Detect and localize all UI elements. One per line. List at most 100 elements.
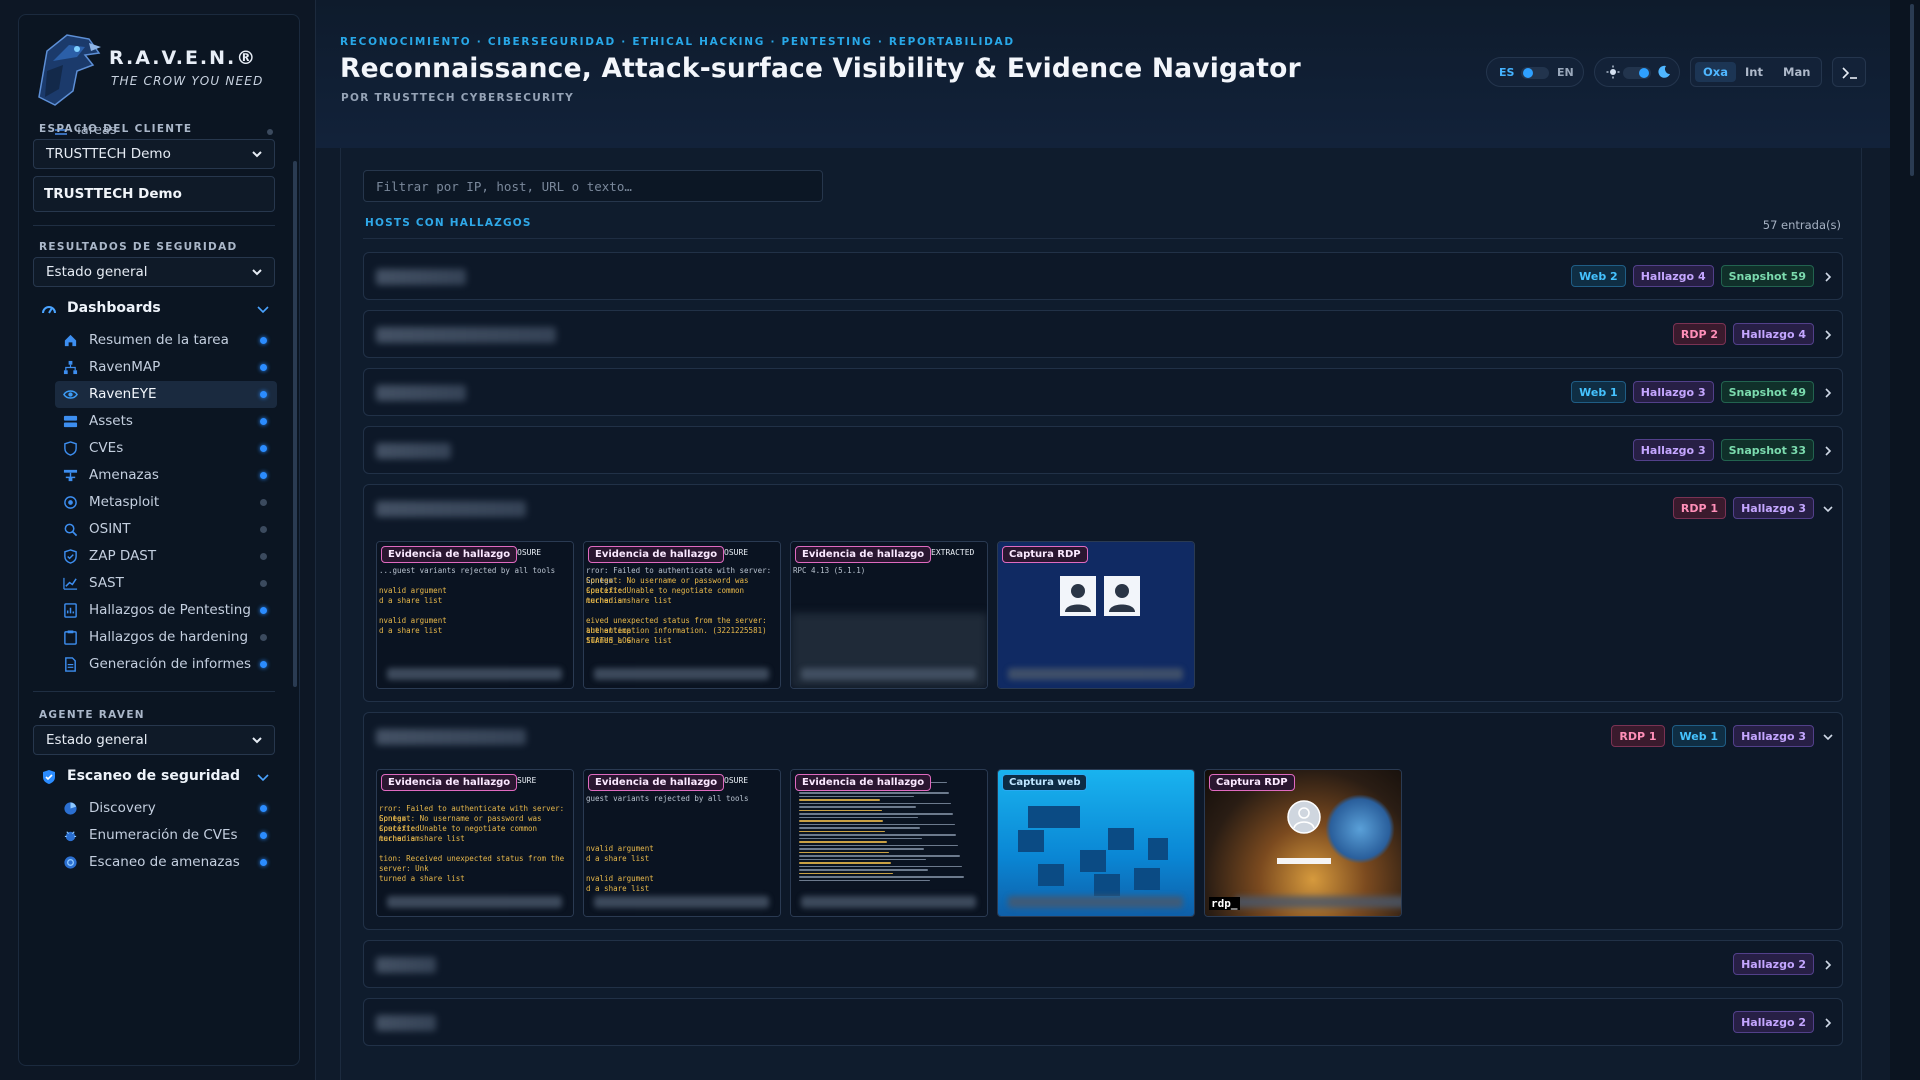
sidebar-item-escaneo-de-amenazas[interactable]: Escaneo de amenazas [55, 849, 277, 876]
host-name-redacted [376, 269, 466, 285]
evidence-thumbnail[interactable]: OSURE guest variants rejected by all tool… [583, 769, 781, 917]
sidebar-item-zap-dast[interactable]: ZAP DAST [55, 543, 277, 570]
host-row[interactable]: Hallazgo 2 [363, 998, 1843, 1046]
theme-toggle[interactable] [1594, 57, 1680, 87]
brand-tagline: THE CROW YOU NEED [111, 74, 264, 88]
snap-badge[interactable]: Snapshot 59 [1720, 265, 1814, 287]
sidebar-item-generaci-n-de-informes[interactable]: Generación de informes [55, 651, 277, 678]
chevron-down-icon[interactable] [1822, 731, 1834, 743]
host-row[interactable]: Web 2 Hallazgo 4 Snapshot 59 [363, 252, 1843, 300]
chevron-right-icon[interactable] [1822, 445, 1834, 457]
status-dot [260, 832, 267, 839]
chevron-down-icon[interactable] [1822, 503, 1834, 515]
divider [33, 691, 275, 692]
chevron-right-icon[interactable] [1822, 959, 1834, 971]
host-row[interactable]: Web 1 Hallazgo 3 Snapshot 49 [363, 368, 1843, 416]
sidebar-item-raveneye[interactable]: RavenEYE [55, 381, 277, 408]
rdp-badge[interactable]: RDP 1 [1672, 497, 1727, 519]
evidence-thumbnail[interactable]: Captura RDP [997, 541, 1195, 689]
rdp-badge[interactable]: RDP 1 [1611, 725, 1665, 747]
sidebar-item-assets[interactable]: Assets [55, 408, 277, 435]
sidebar-item-ravenmap[interactable]: RavenMAP [55, 354, 277, 381]
host-row[interactable]: RDP 2 Hallazgo 4 [363, 310, 1843, 358]
terminal-button[interactable] [1832, 57, 1866, 87]
client-name-field[interactable]: TRUSTTECH Demo [33, 176, 275, 212]
theme-switch[interactable] [1623, 67, 1651, 79]
hall-badge[interactable]: Hallazgo 3 [1733, 725, 1814, 747]
chevron-right-icon[interactable] [1822, 271, 1834, 283]
evidence-thumbnail[interactable]: EXTRACTED RPC 4.13 (5.1.1) Evidencia de ha… [790, 541, 988, 689]
client-select[interactable]: TRUSTTECH Demo [33, 139, 275, 169]
terminal-line [799, 855, 961, 857]
hall-badge[interactable]: Hallazgo 4 [1632, 265, 1714, 287]
chevron-down-icon [257, 306, 269, 314]
web-badge[interactable]: Web 1 [1671, 725, 1727, 747]
rdp-badge[interactable]: RDP 2 [1672, 323, 1727, 345]
host-badges: Hallazgo 2 [1733, 1011, 1814, 1033]
security-results-select[interactable]: Estado general [33, 257, 275, 287]
language-toggle[interactable]: ES EN [1486, 57, 1584, 87]
sidebar-item-discovery[interactable]: Discovery [55, 795, 277, 822]
agent-select[interactable]: Estado general [33, 725, 275, 755]
host-badges: Web 2 Hallazgo 4 Snapshot 59 [1571, 265, 1814, 287]
sidebar-item-amenazas[interactable]: Amenazas [55, 462, 277, 489]
sidebar-item-metasploit[interactable]: Metasploit [55, 489, 277, 516]
network-icon [63, 469, 78, 482]
evidence-caption-redacted [387, 668, 562, 680]
sidebar-item-hallazgos-de-hardening[interactable]: Hallazgos de hardening [55, 624, 277, 651]
page-scrollbar[interactable] [1910, 4, 1914, 176]
sidebar-scrollbar[interactable] [293, 161, 297, 687]
bug-icon [64, 831, 77, 842]
dashboards-group-header[interactable]: Dashboards [33, 295, 283, 323]
mode-man-button[interactable]: Man [1775, 62, 1818, 82]
host-row[interactable]: Hallazgo 2 [363, 940, 1843, 988]
security-results-select-value: Estado general [46, 264, 148, 280]
hall-badge[interactable]: Hallazgo 2 [1733, 953, 1814, 975]
host-row[interactable]: RDP 1 Hallazgo 3 OSURE ...guest variants re… [363, 484, 1843, 702]
chevron-down-icon [252, 737, 262, 744]
evidence-thumbnail[interactable]: rdp_ Captura RDP [1204, 769, 1402, 917]
sidebar-item-hallazgos-de-pentesting[interactable]: Hallazgos de Pentesting [55, 597, 277, 624]
evidence-thumbnail[interactable]: SURE rror: Failed to authenticate with se… [376, 769, 574, 917]
security-scan-group-header[interactable]: Escaneo de seguridad [33, 763, 283, 791]
security-scan-label: Escaneo de seguridad [67, 768, 240, 784]
web-badge[interactable]: Web 2 [1571, 265, 1626, 287]
evidence-label: Evidencia de hallazgo [588, 774, 725, 791]
entries-count: 57 entrada(s) [1762, 218, 1841, 232]
terminal-line [799, 799, 880, 801]
rdp-tag: rdp_ [1209, 897, 1240, 910]
sidebar-item-resumen-de-la-tarea[interactable]: Resumen de la tarea [55, 327, 277, 354]
terminal-line [799, 813, 953, 815]
web-badge[interactable]: Web 1 [1571, 381, 1626, 403]
sidebar-item-osint[interactable]: OSINT [55, 516, 277, 543]
snap-badge[interactable]: Snapshot 49 [1720, 381, 1814, 403]
evidence-thumbnail[interactable]: Evidencia de hallazgo [790, 769, 988, 917]
hall-badge[interactable]: Hallazgo 4 [1733, 323, 1814, 345]
mode-int-button[interactable]: Int [1737, 62, 1771, 82]
host-row[interactable]: RDP 1 Web 1 Hallazgo 3 SURE rror: Failed to … [363, 712, 1843, 930]
filter-input[interactable] [363, 170, 823, 202]
sidebar-item-cves[interactable]: CVEs [55, 435, 277, 462]
chevron-right-icon[interactable] [1822, 387, 1834, 399]
terminal-line [799, 806, 917, 808]
chevron-right-icon[interactable] [1822, 1017, 1834, 1029]
hosts-section-title: HOSTS CON HALLAZGOS [365, 217, 532, 229]
terminal-line: ...guest variants rejected by all tools [379, 566, 556, 575]
hall-badge[interactable]: Hallazgo 3 [1632, 381, 1714, 403]
hall-badge[interactable]: Hallazgo 2 [1733, 1011, 1814, 1033]
shield-check-icon [43, 770, 55, 784]
sidebar-item-sast[interactable]: SAST [55, 570, 277, 597]
host-row[interactable]: Hallazgo 3 Snapshot 33 [363, 426, 1843, 474]
evidence-thumbnail[interactable]: OSURE ...guest variants rejected by all t… [376, 541, 574, 689]
hall-badge[interactable]: Hallazgo 3 [1632, 439, 1714, 461]
brand[interactable]: R.A.V.E.N.® THE CROW YOU NEED [33, 31, 283, 111]
language-switch[interactable] [1521, 67, 1549, 79]
evidence-thumbnail[interactable]: Captura web [997, 769, 1195, 917]
sidebar-item-enumeraci-n-de-cves[interactable]: Enumeración de CVEs [55, 822, 277, 849]
evidence-thumbnail[interactable]: OSURE rror: Failed to authenticate with s… [583, 541, 781, 689]
chevron-right-icon[interactable] [1822, 329, 1834, 341]
mode-oxa-button[interactable]: Oxa [1695, 62, 1736, 82]
snap-badge[interactable]: Snapshot 33 [1720, 439, 1814, 461]
hall-badge[interactable]: Hallazgo 3 [1733, 497, 1814, 519]
sidebar-item-label: Metasploit [89, 494, 160, 510]
